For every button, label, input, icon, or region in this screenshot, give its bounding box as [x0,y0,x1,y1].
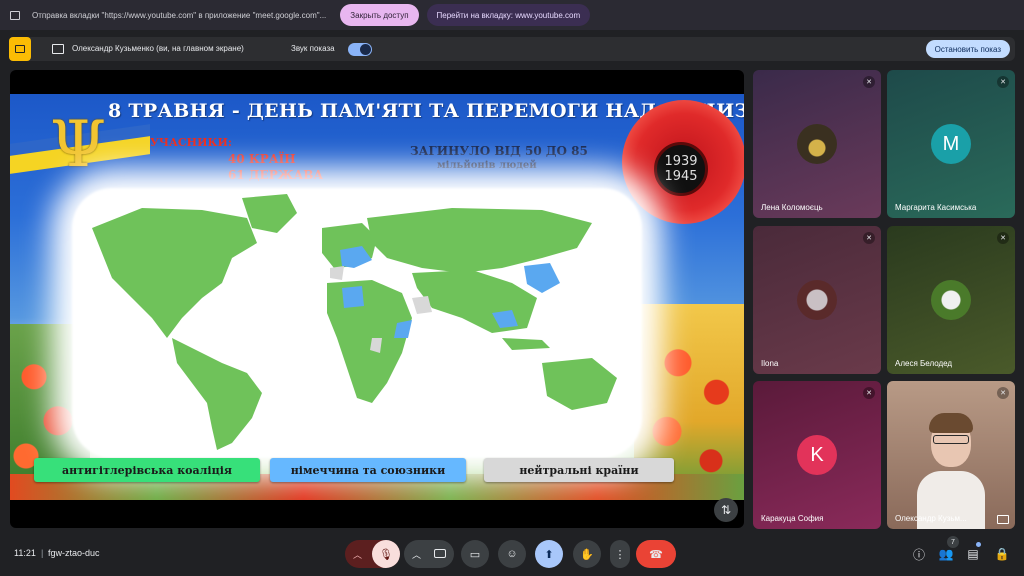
info-icon[interactable]: ⓘ [911,546,927,562]
poppy-year-start: 1939 [664,154,698,169]
end-call-button[interactable]: ☎ [636,540,676,568]
mic-off-icon: ✕ [997,76,1009,88]
poppy-years: 1939 1945 [654,142,708,196]
separator: | [41,548,44,558]
participant-name: Маргарита Касимська [895,203,977,212]
legend-axis: німеччина та союзники [270,458,466,482]
participant-tile[interactable]: ✕ M Маргарита Касимська [887,70,1015,218]
participants-states: 61 ДЕРЖАВА [228,168,324,182]
chevron-up-icon[interactable]: ︿ [353,548,362,561]
mic-off-icon: ✕ [863,387,875,399]
people-count-badge: 7 [947,536,959,548]
died-unit: мільйонів людей [437,160,537,171]
legend-allies: антигітлерівська коаліція [34,458,260,482]
camera-icon[interactable] [434,549,446,558]
participant-name: Алеся Белодед [895,359,953,368]
chevron-up-icon[interactable]: ︿ [412,548,421,561]
go-to-tab-button[interactable]: Перейти на вкладку: www.youtube.com [426,4,591,26]
presented-slide: Ψ 8 ТРАВНЯ - ДЕНЬ ПАМ'ЯТІ ТА ПЕРЕМОГИ НА… [10,94,744,500]
mic-off-icon: ✕ [997,387,1009,399]
participant-name: Каракуца София [761,514,824,523]
mic-off-icon: ✕ [997,232,1009,244]
avatar [797,124,837,164]
toggle-knob [360,44,371,55]
mic-off-icon: ✕ [863,76,875,88]
present-screen-icon [52,44,64,54]
pip-icon[interactable] [997,515,1009,524]
participant-name: Ilona [761,359,779,368]
participant-name: Лена Коломоєць [761,203,823,212]
activities-icon[interactable] [9,37,31,61]
tab-share-icon [10,10,20,20]
map-japan-region [524,263,560,293]
captions-button[interactable]: ▭ [461,540,489,568]
meeting-code: fgw-ztao-duc [48,548,100,558]
self-video [917,411,985,529]
sound-label: Звук показа [291,44,335,53]
main-stage: Ψ 8 ТРАВНЯ - ДЕНЬ ПАМ'ЯТІ ТА ПЕРЕМОГИ НА… [10,70,744,528]
map-neutral-europe [330,266,344,280]
sharing-notification-bar: Отправка вкладки "https://www.youtube.co… [0,0,1024,30]
map-indonesia [502,338,550,350]
emoji-button[interactable]: ☺ [498,540,526,568]
world-map [92,194,617,450]
map-axis-africa [342,286,364,308]
mic-off-icon: ✕ [863,232,875,244]
chat-icon[interactable]: ▤ [965,546,981,562]
participant-tile-self[interactable]: ✕ Олександр Кузьм... [887,381,1015,529]
sharing-message: Отправка вкладки "https://www.youtube.co… [32,10,327,20]
swap-layout-icon[interactable]: ⇅ [714,498,738,522]
microphone-control: ︿ 🎙 [345,540,400,568]
avatar: M [931,124,971,164]
meeting-time: 11:21 [14,548,36,558]
map-asia-south [412,270,537,333]
close-access-button[interactable]: Закрыть доступ [340,4,419,26]
participants-label: УЧАСНИКИ: [150,136,232,149]
avatar [931,280,971,320]
participant-tile[interactable]: ✕ K Каракуца София [753,381,881,529]
camera-control: ︿ [404,540,454,568]
presenting-bar: Олександр Кузьменко (ви, на главном экра… [9,37,1015,61]
chat-notification-dot [976,542,981,547]
trident-emblem-icon: Ψ [50,108,107,182]
avatar [797,280,837,320]
map-south-america [172,338,262,450]
died-count: ЗАГИНУЛО ВІД 50 ДО 85 [410,144,588,158]
poppy-year-end: 1945 [664,169,698,184]
sound-toggle[interactable] [348,43,372,56]
people-icon[interactable]: 👥 [938,546,954,562]
map-africa [327,280,412,403]
presenter-name: Олександр Кузьменко (ви, на главном экра… [72,44,244,53]
meeting-controls-bar: 11:21 | fgw-ztao-duc ︿ 🎙 ︿ ▭ ☺ ⬆ ✋ ⋮ ☎ ⓘ… [0,536,1024,576]
participant-tile[interactable]: ✕ Лена Коломоєць [753,70,881,218]
participant-name: Олександр Кузьм... [895,514,967,523]
raise-hand-button[interactable]: ✋ [573,540,601,568]
stop-presenting-button[interactable]: Остановить показ [925,40,1010,58]
participant-tile[interactable]: ✕ Алеся Белодед [887,226,1015,374]
participants-countries: 40 КРАЇН [228,152,296,166]
map-australia [542,358,617,410]
participant-tile[interactable]: ✕ Ilona [753,226,881,374]
map-north-america [92,208,257,338]
avatar: K [797,435,837,475]
host-controls-icon[interactable]: 🔒 [994,546,1010,562]
map-asia-north [367,208,592,273]
mic-off-button[interactable]: 🎙 [372,540,400,568]
present-now-button[interactable]: ⬆ [535,540,563,568]
more-options-button[interactable]: ⋮ [610,540,630,568]
legend-neutral: нейтральні країни [484,458,674,482]
